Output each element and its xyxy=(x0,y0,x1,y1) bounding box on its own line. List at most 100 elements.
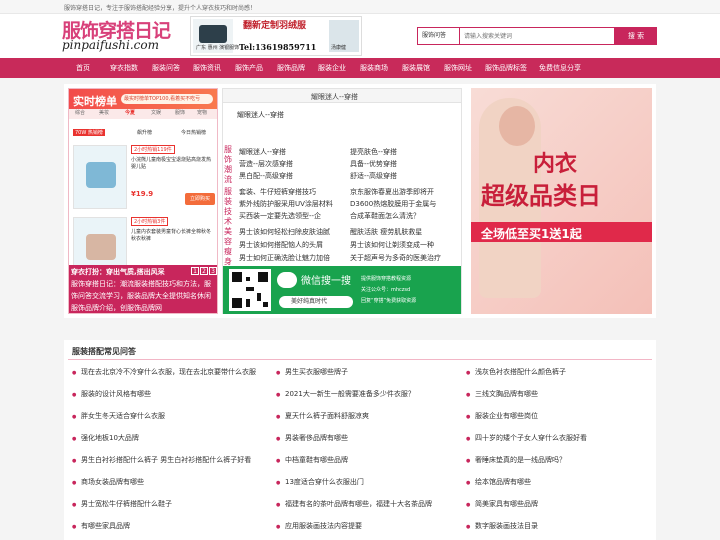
ad-title: 翻新定制羽绒服 xyxy=(243,21,307,31)
faq-item[interactable]: ● 应用服装画技法内容提要 xyxy=(276,521,456,531)
ticker-page-2[interactable]: 2 xyxy=(200,267,208,275)
search-button[interactable]: 搜 索 xyxy=(615,27,657,45)
article-link[interactable]: 男士如何正确洗脸让魅力加倍 xyxy=(239,253,347,263)
faq-item[interactable]: ● 有哪些家具品牌 xyxy=(72,521,262,531)
ticker-label: 穿衣打扮：穿出气质,搭出风采 xyxy=(71,268,165,276)
faq-item[interactable]: ● 2021大一新生一般需要准备多少件衣服？ xyxy=(276,389,456,399)
ticker-page-1[interactable]: 1 xyxy=(191,267,199,275)
faq-item[interactable]: ● 服装企业有哪些岗位 xyxy=(466,411,646,421)
article-link[interactable]: 提亮肤色--穿搭 xyxy=(350,147,458,157)
bullet-icon: ● xyxy=(72,392,77,398)
nav-item-malls[interactable]: 服装商场 xyxy=(360,58,388,78)
nav-item-qa[interactable]: 服装问答 xyxy=(152,58,180,78)
nav-item-free-info[interactable]: 免费信息分享 xyxy=(539,58,581,78)
faq-item[interactable]: ● 商场女装品牌有哪些 xyxy=(72,477,262,487)
search-category-select[interactable]: 服饰问答 xyxy=(417,27,459,45)
article-link[interactable]: 买西装一定要先选领型--企 xyxy=(239,211,347,221)
nav-item-home[interactable]: 首页 xyxy=(76,58,90,78)
article-link[interactable]: 套装、牛仔短裤穿搭技巧 xyxy=(239,187,347,197)
article-link[interactable]: 男士该如何轻松扫除皮肤油腻 xyxy=(239,227,347,237)
site-logo[interactable]: 服饰穿搭日记 pinpaifushi.com xyxy=(62,16,174,56)
underwear-promo-banner[interactable]: 内衣 超级品类日 全场低至买1送1起 xyxy=(471,88,652,314)
ranking-tab[interactable]: 文娱 xyxy=(151,109,161,116)
article-link[interactable]: 醒肤活肤 瘦劳肌肤救星 xyxy=(350,227,458,237)
article-link[interactable]: 黑白配--高级穿搭 xyxy=(239,171,343,181)
article-link[interactable]: 营造--层次感穿搭 xyxy=(239,159,343,169)
article-link[interactable]: 具备--优势穿搭 xyxy=(350,159,458,169)
bullet-icon: ● xyxy=(466,370,471,376)
faq-item[interactable]: ● 强化地板10大品牌 xyxy=(72,433,262,443)
bullet-icon: ● xyxy=(466,458,471,464)
ranking-product[interactable]: 2小时热销119件 小浣熊儿童南极宝宝退烧贴高烧发热婴儿贴 ¥19.9 立即购买 xyxy=(73,145,215,213)
nav-item-sites[interactable]: 服饰网址 xyxy=(444,58,472,78)
nav-item-brand-tags[interactable]: 服饰品牌标签 xyxy=(485,58,527,78)
faq-item[interactable]: ● 男装奢侈品牌有哪些 xyxy=(276,433,456,443)
ranking-tab[interactable]: 宠物 xyxy=(197,109,207,116)
faq-item[interactable]: ● 中档童鞋有哪些品牌 xyxy=(276,455,456,465)
qr-code-icon xyxy=(229,269,271,311)
article-link[interactable]: 合成革鞋面怎么清洗？ xyxy=(350,211,458,221)
faq-item[interactable]: ● 浅灰色衬衣搭配什么颜色裤子 xyxy=(466,367,646,377)
faq-section: 服装搭配常见问答 ● 现在去北京冷不冷穿什么衣服，现在去北京要带什么衣服 ● 男生买衣… xyxy=(64,340,656,540)
wechat-promo[interactable]: 微信搜一搜 美好纯真时代 提供服饰穿搭教程资源 关注公众号：mhczsd 回复“… xyxy=(223,266,461,314)
nav-item-exhibitions[interactable]: 服装展馆 xyxy=(402,58,430,78)
bullet-icon: ● xyxy=(276,458,281,464)
faq-item[interactable]: ● 简美家具有哪些品牌 xyxy=(466,499,646,509)
faq-item-label: 绘本馆品牌有哪些 xyxy=(475,478,531,486)
ad-right-label: 汤康健 xyxy=(331,45,347,51)
faq-item[interactable]: ● 夏天什么裤子面料舒服凉爽 xyxy=(276,411,456,421)
wechat-search-box[interactable]: 美好纯真时代 xyxy=(279,296,353,308)
ranking-subtab[interactable]: 今日热销榜 xyxy=(181,129,206,136)
ticker-page-3[interactable]: 3 xyxy=(209,267,217,275)
faq-item[interactable]: ● 男士宽松牛仔裤搭配什么鞋子 xyxy=(72,499,262,509)
category-label-trend[interactable]: 服饰潮流 xyxy=(224,145,234,185)
article-link[interactable]: 关于超声号为多奇的医美治疗 xyxy=(350,253,458,263)
article-link[interactable]: 男士该如何让剃须变成一种 xyxy=(350,240,458,250)
ranking-tab[interactable]: 服饰 xyxy=(175,109,185,116)
ranking-tab-active[interactable]: 今夏 xyxy=(125,109,135,116)
search-input[interactable] xyxy=(459,27,615,45)
nav-item-products[interactable]: 服饰产品 xyxy=(235,58,263,78)
bullet-icon: ● xyxy=(276,414,281,420)
banner-title-line1: 内衣 xyxy=(533,152,578,177)
nav-item-news[interactable]: 服饰资讯 xyxy=(193,58,221,78)
category-label-beauty[interactable]: 美容瘦身 xyxy=(224,227,234,267)
faq-item[interactable]: ● 三线文胸品牌有哪些 xyxy=(466,389,646,399)
faq-item[interactable]: ● 现在去北京冷不冷穿什么衣服，现在去北京要带什么衣服 xyxy=(72,367,262,377)
faq-item-label: 浅灰色衬衣搭配什么颜色裤子 xyxy=(475,368,566,376)
faq-item-label: 男士宽松牛仔裤搭配什么鞋子 xyxy=(81,500,172,508)
faq-item[interactable]: ● 男生白衬衫搭配什么裤子 男生白衬衫搭配什么裤子好看 xyxy=(72,455,262,465)
article-link[interactable]: 耀眼迷人--穿搭 xyxy=(239,147,343,157)
faq-item[interactable]: ● 奢睡床垫真的是一线品牌吗？ xyxy=(466,455,646,465)
featured-article-link[interactable]: 耀眼迷人--穿搭 xyxy=(237,110,284,120)
ranking-tabs: 综合 美妆 今夏 文娱 服饰 宠物 xyxy=(69,109,217,119)
article-link[interactable]: 舒适--高级穿搭 xyxy=(350,171,458,181)
faq-item[interactable]: ● 13度适合穿什么衣服出门 xyxy=(276,477,456,487)
faq-item[interactable]: ● 福建有名的茶叶品牌有哪些，福建十大名茶品牌 xyxy=(276,499,456,509)
article-link[interactable]: 紫外线防护服采用UV涂层材料 xyxy=(239,199,347,209)
ranking-tab[interactable]: 美妆 xyxy=(99,109,109,116)
article-link[interactable]: 男士该如何搭配恼人的头屑 xyxy=(239,240,347,250)
article-link[interactable]: 京东服饰春夏出游季即将开 xyxy=(350,187,458,197)
header-ad-banner[interactable]: 广东 惠州 演银服饰 翻新定制羽绒服 Tel:13619859711 汤康健 xyxy=(190,16,362,56)
faq-item[interactable]: ● 男生买衣服哪些牌子 xyxy=(276,367,456,377)
faq-item[interactable]: ● 服装的设计风格有哪些 xyxy=(72,389,262,399)
nav-item-companies[interactable]: 服装企业 xyxy=(318,58,346,78)
nav-item-dress-index[interactable]: 穿衣指数 xyxy=(110,58,138,78)
ranking-tab[interactable]: 综合 xyxy=(75,109,85,116)
faq-item[interactable]: ● 四十岁的矮个子女人穿什么衣服好看 xyxy=(466,433,646,443)
article-link[interactable]: D3600热熔胶膜用于金属与 xyxy=(350,199,458,209)
bullet-icon: ● xyxy=(72,370,77,376)
faq-item-label: 四十岁的矮个子女人穿什么衣服好看 xyxy=(475,434,587,442)
nav-item-brands[interactable]: 服饰品牌 xyxy=(277,58,305,78)
faq-item-label: 现在去北京冷不冷穿什么衣服，现在去北京要带什么衣服 xyxy=(81,368,256,376)
category-label-tech[interactable]: 服装技术 xyxy=(224,187,234,227)
buy-button[interactable]: 立即购买 xyxy=(185,193,215,205)
faq-item[interactable]: ● 胖女生冬天适合穿什么衣服 xyxy=(72,411,262,421)
site-tagline: 服饰穿搭日记，专注于服饰搭配经验分享，提升个人穿衣技巧和时尚感！ xyxy=(64,5,257,12)
bullet-icon: ● xyxy=(466,524,471,530)
ranking-subtab[interactable]: 飙升榜 xyxy=(137,129,152,136)
faq-item[interactable]: ● 数字服装画技法目录 xyxy=(466,521,646,531)
faq-item-label: 三线文胸品牌有哪些 xyxy=(475,390,538,398)
faq-item[interactable]: ● 绘本馆品牌有哪些 xyxy=(466,477,646,487)
